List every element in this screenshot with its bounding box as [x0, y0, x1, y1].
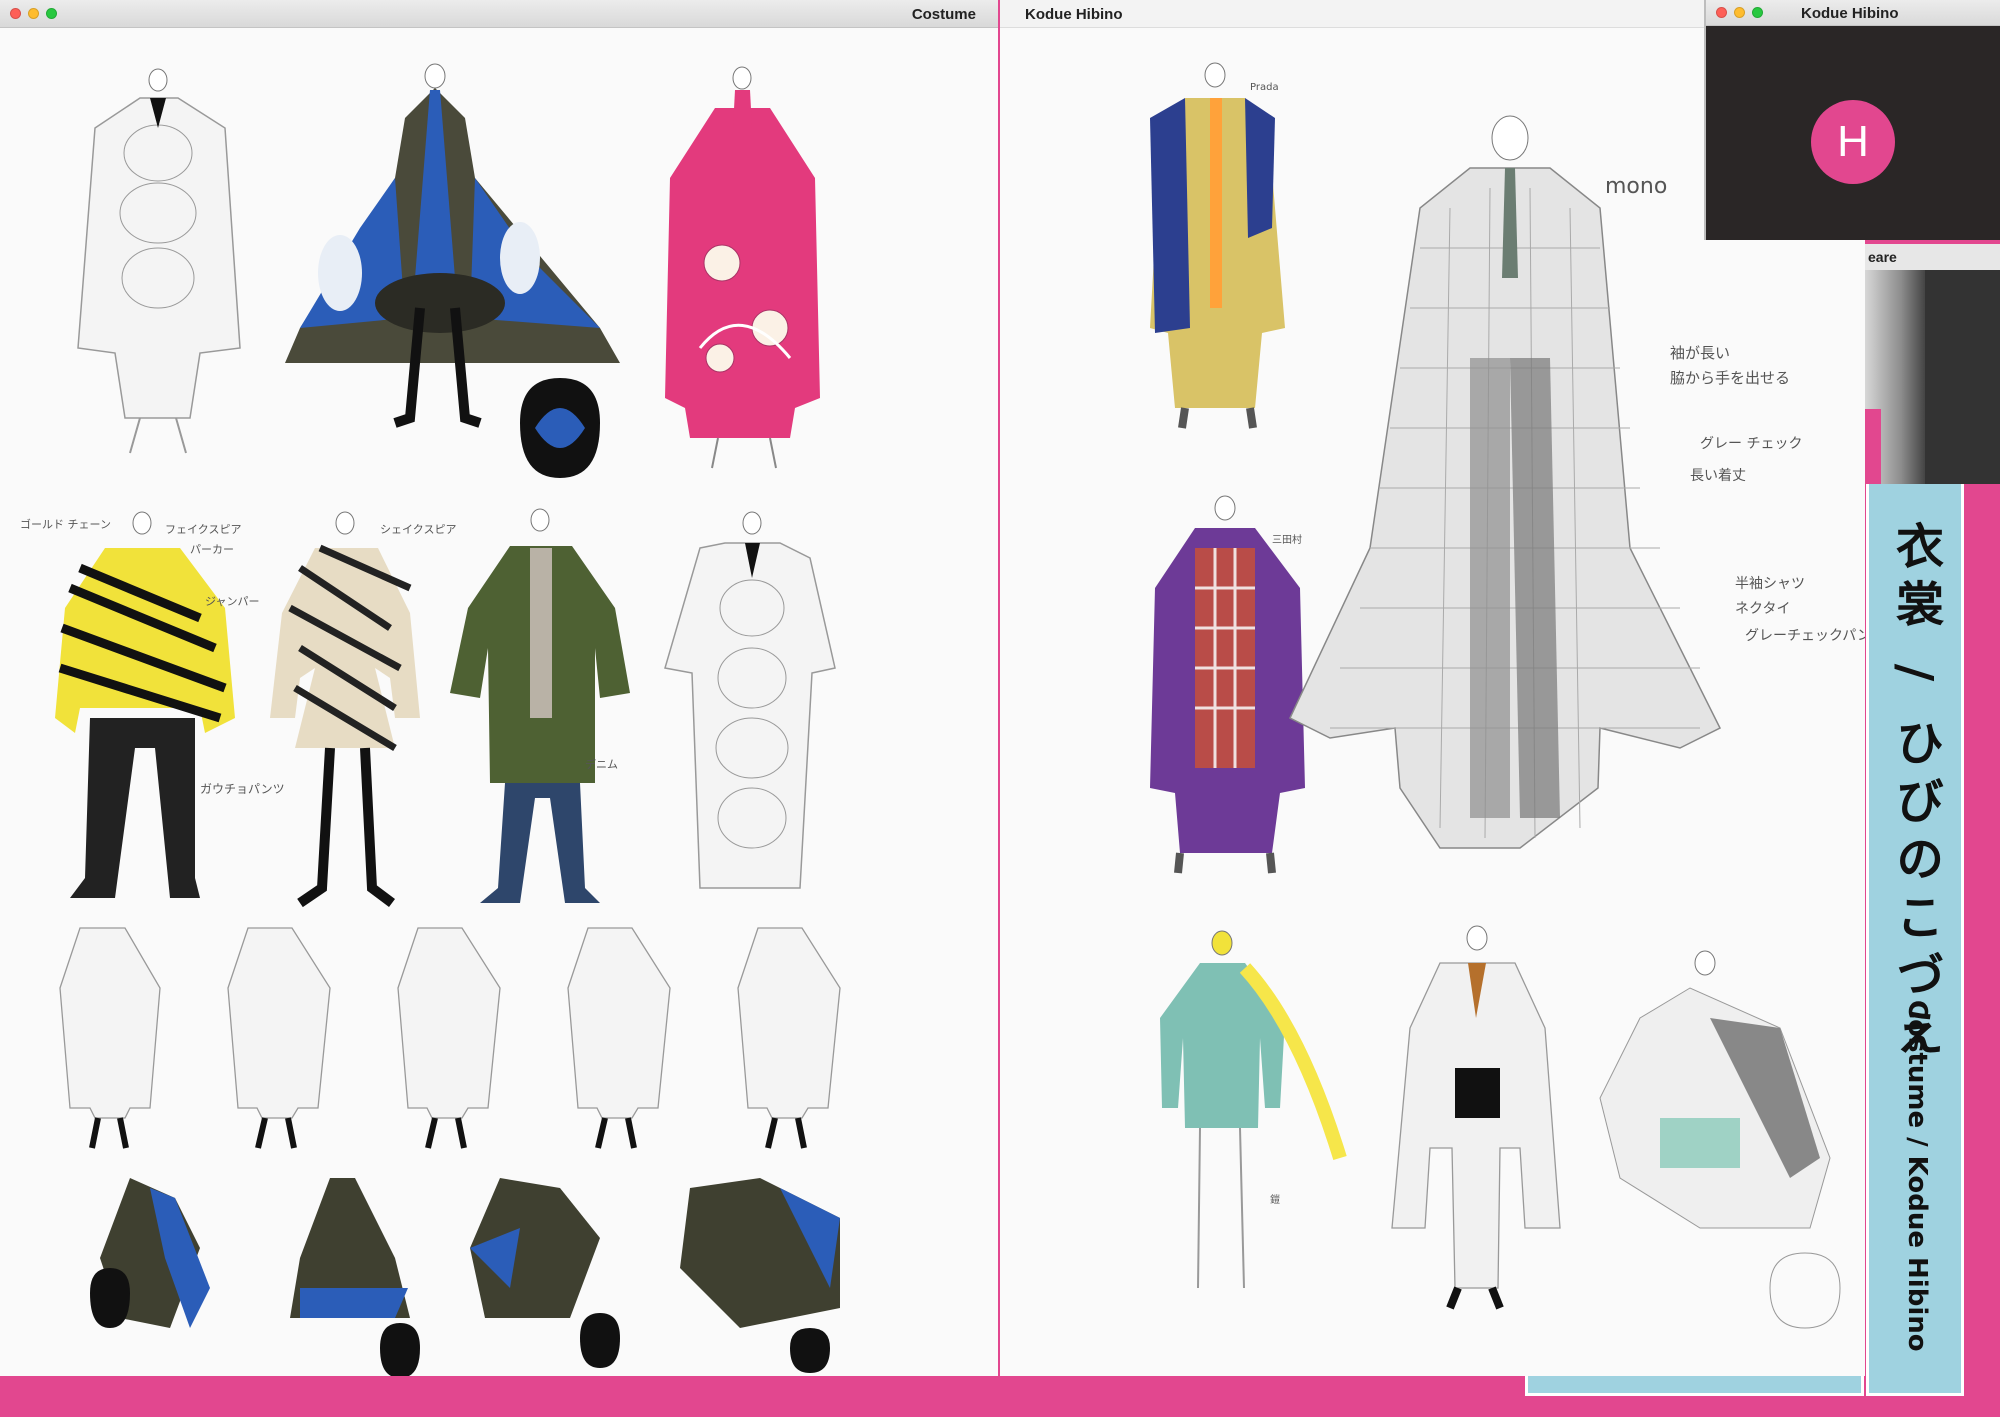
note-shakespeare: シェイクスピア: [380, 523, 456, 536]
sketch-small-figures: [59, 927, 841, 1119]
call-window-title: Kodue Hibino: [1801, 5, 1899, 22]
participant-avatar[interactable]: H: [1811, 100, 1895, 184]
costume-window: Costume ガウチョパンツ ゴールド チェーン フェイクスピア パーカー ジ…: [0, 0, 998, 1376]
note-long-length: 長い着丈: [1690, 468, 1746, 484]
title-english: Costume / Kodue Hibino: [1902, 1000, 1932, 1352]
sketch-green-coat: [450, 508, 630, 903]
note-long-sleeve: 袖が長い: [1670, 344, 1730, 362]
costume-window-titlebar[interactable]: Costume: [0, 0, 998, 28]
costume-sketches-left: ガウチョパンツ ゴールド チェーン フェイクスピア パーカー ジャンパー シェイ…: [20, 63, 841, 1376]
svg-text:Prada: Prada: [1250, 82, 1279, 93]
note-mono: mono: [1605, 174, 1667, 199]
sketch-gray-cape-right: [1599, 950, 1841, 1329]
note-short-shirt: 半袖シャツ: [1735, 576, 1805, 592]
call-minimize-button[interactable]: [1734, 7, 1745, 18]
note-mitamura: 三田村: [1272, 533, 1302, 546]
sketch-face-robe-2: [664, 511, 836, 889]
title-japanese: 衣裳 / ひびのこづえ: [1887, 521, 1943, 1066]
close-button[interactable]: [10, 8, 21, 19]
note-hand-out: 脇から手を出せる: [1670, 369, 1790, 387]
sketch-teal-tunic: [1160, 930, 1347, 1289]
costume-sketch-page: ガウチョパンツ ゴールド チェーン フェイクスピア パーカー ジャンパー シェイ…: [0, 28, 998, 1376]
sketch-face-robe: [77, 68, 241, 454]
note-gaucho: ガウチョパンツ: [200, 782, 285, 796]
note-parka: パーカー: [190, 543, 234, 556]
note-armor: 鎧: [1270, 1193, 1280, 1206]
note-gray-check: グレー チェック: [1700, 436, 1802, 452]
sketch-blue-cape: [285, 63, 620, 478]
sketch-yellow-kimono: Prada: [1150, 62, 1285, 429]
note-tie: ネクタイ: [1735, 601, 1790, 617]
window-title: Kodue Hibino: [1025, 6, 1123, 23]
video-call-titlebar[interactable]: Kodue Hibino: [1706, 0, 2000, 26]
note-gold-chain: ゴールド チェーン: [20, 517, 111, 531]
note-check-pants: グレーチェックパンツ: [1745, 628, 1865, 644]
video-call-window[interactable]: Kodue Hibino H: [1704, 0, 2000, 240]
sketch-purple-kimono: [1150, 495, 1305, 874]
window-title: Costume: [911, 6, 976, 23]
participant-name-label: eare: [1865, 244, 2000, 270]
sketch-stripe-dress: [270, 511, 420, 908]
minimize-button[interactable]: [28, 8, 39, 19]
sketch-yellow-stripe-jacket: [55, 511, 235, 898]
participant-video-accent: [1865, 409, 1881, 484]
note-jumper: ジャンパー: [205, 595, 259, 608]
sketch-dark-capes: [90, 1178, 840, 1376]
sketch-pink-coat: [665, 66, 820, 469]
panel-base-strip: [1525, 1376, 1864, 1396]
sketch-small-figure-legs: [89, 1117, 807, 1149]
call-zoom-button[interactable]: [1752, 7, 1763, 18]
note-denim: デニム: [585, 757, 618, 771]
participant-thumbnail[interactable]: eare: [1865, 244, 2000, 484]
note-fakespeare: フェイクスピア: [165, 523, 241, 536]
sketch-face-coat-right: [1391, 925, 1561, 1310]
call-close-button[interactable]: [1716, 7, 1727, 18]
zoom-button[interactable]: [46, 8, 57, 19]
